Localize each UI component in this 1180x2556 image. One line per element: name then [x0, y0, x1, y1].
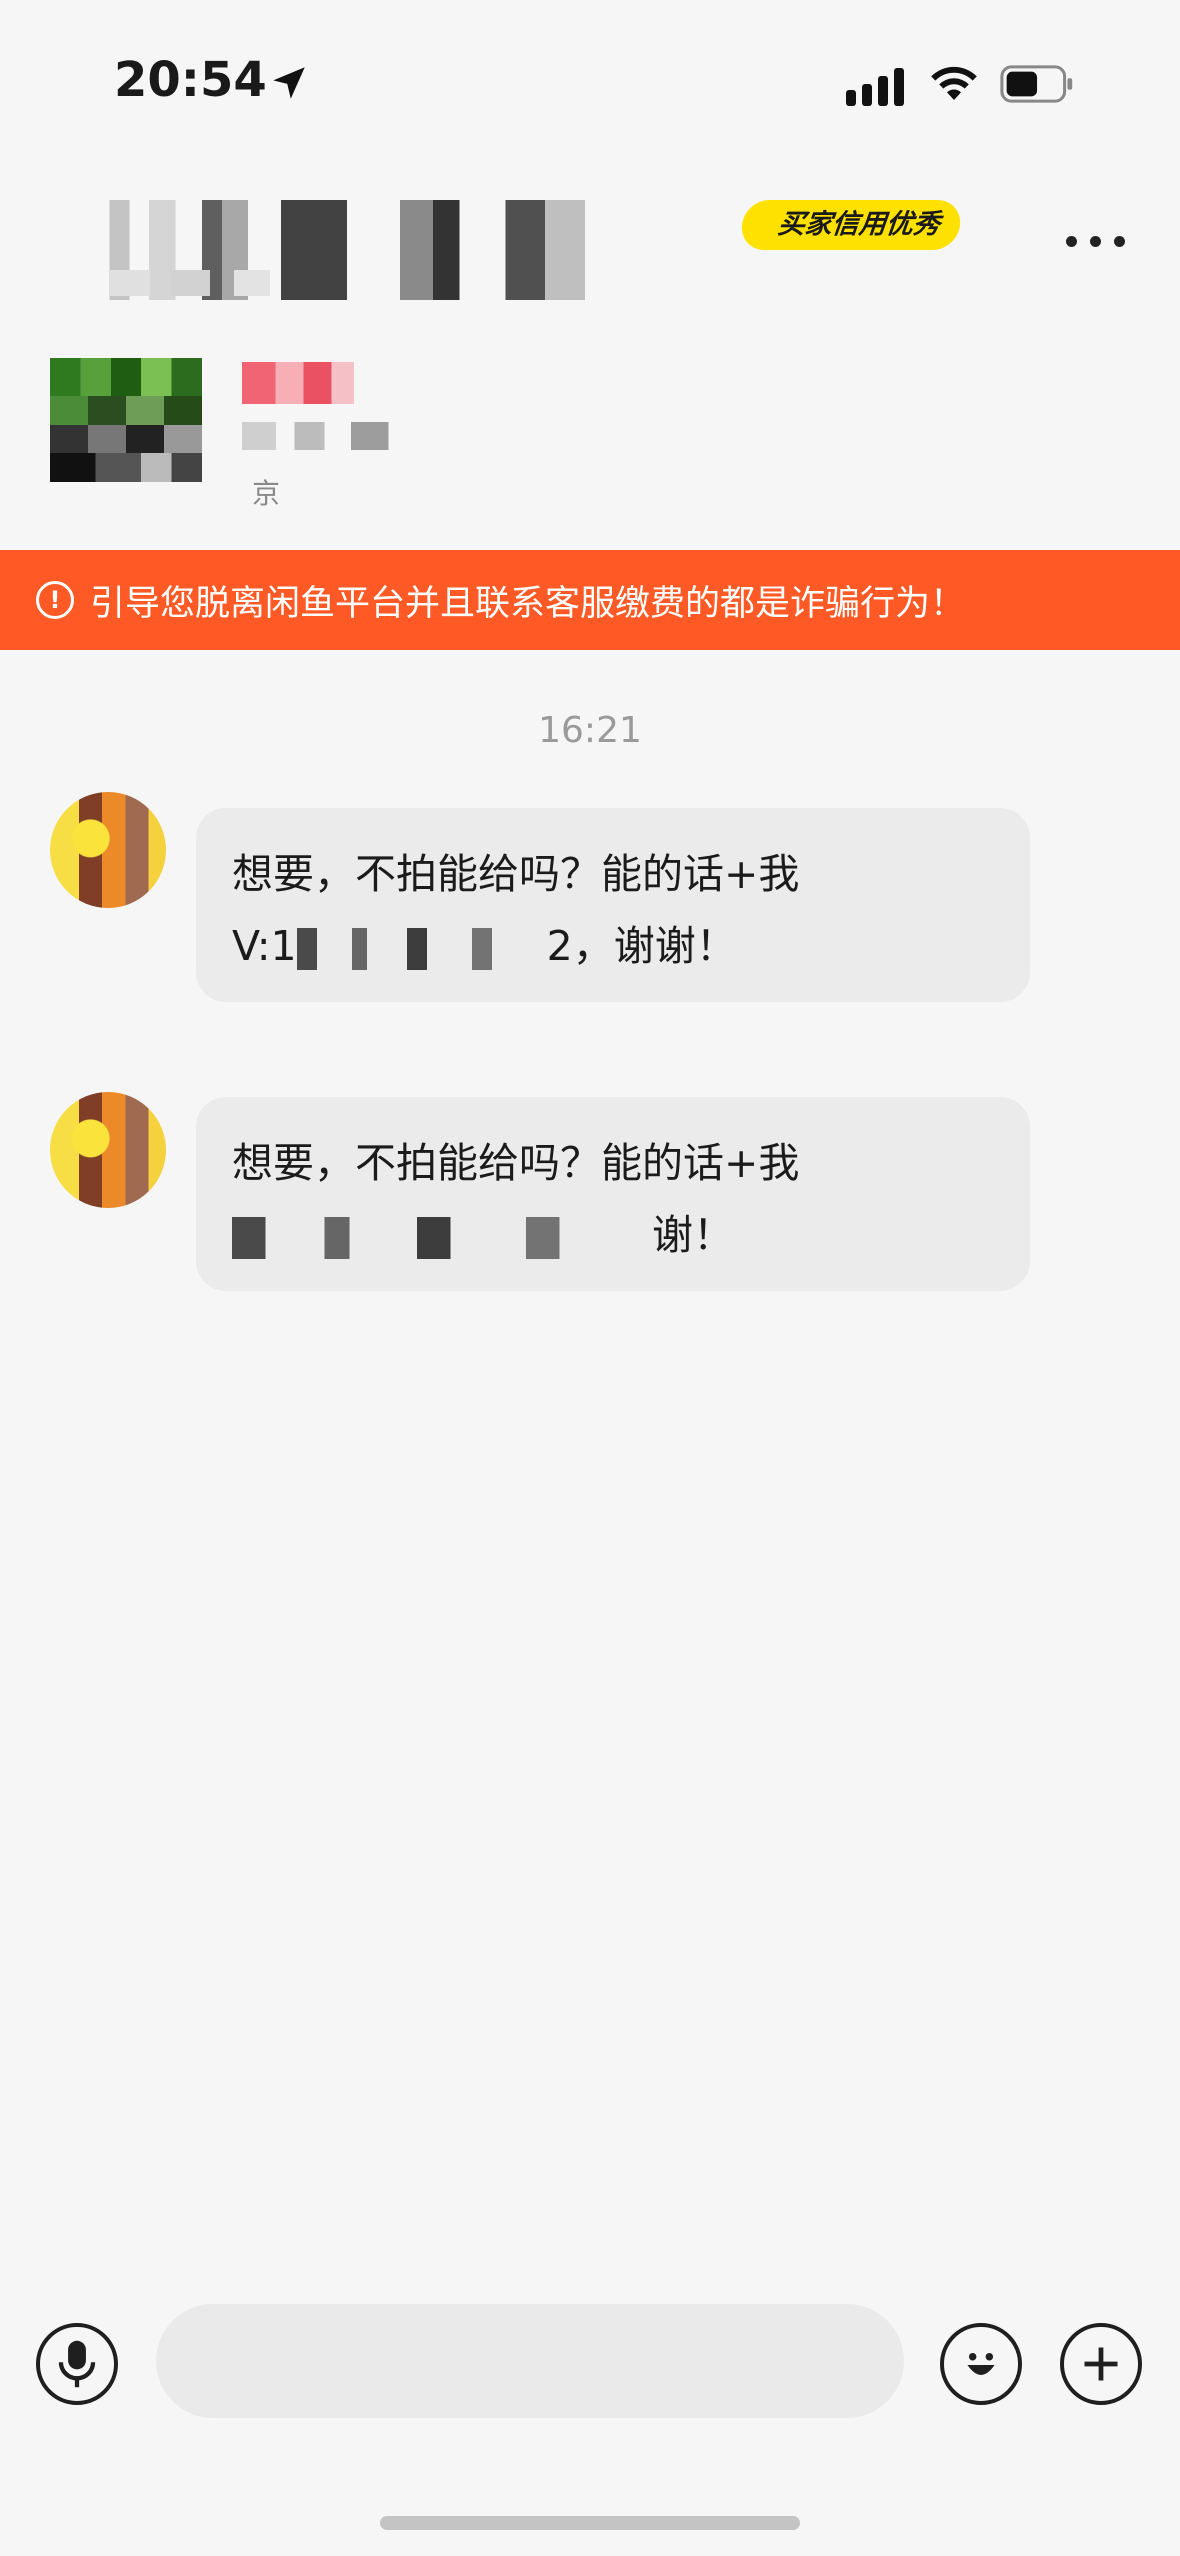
message-text: V:1 [232, 922, 297, 970]
message-line: 想要，不拍能给吗？能的话+我 [232, 850, 800, 898]
seller-subtitle-redacted [110, 270, 310, 296]
message-text: 2，谢谢！ [546, 922, 737, 970]
item-title-redacted [242, 422, 430, 450]
microphone-icon [58, 2340, 96, 2388]
plus-icon [1084, 2347, 1118, 2381]
more-options-button[interactable] [1066, 226, 1132, 256]
more-horizontal-icon [1066, 235, 1077, 247]
message-line: 谢！ [232, 1199, 994, 1271]
more-actions-button[interactable] [1060, 2323, 1142, 2405]
item-location: 京 [252, 477, 281, 510]
status-time: 20:54 [114, 52, 267, 108]
chat-timestamp: 16:21 [538, 710, 642, 751]
fraud-warning-banner: ! 引导您脱离闲鱼平台并且联系客服缴费的都是诈骗行为！ [0, 550, 1180, 650]
wifi-icon [931, 66, 977, 100]
redacted-contact [296, 928, 547, 970]
fraud-warning-text: 引导您脱离闲鱼平台并且联系客服缴费的都是诈骗行为！ [90, 583, 966, 624]
message-text: 谢！ [652, 1211, 734, 1259]
voice-input-button[interactable] [36, 2323, 118, 2405]
location-arrow-icon [273, 67, 305, 99]
item-price-redacted [242, 362, 354, 404]
message-bubble[interactable]: 想要，不拍能给吗？能的话+我 V:1 2，谢谢！ [196, 808, 1030, 1002]
smiley-icon [967, 2352, 995, 2375]
alert-circle-icon: ! [36, 581, 74, 619]
emoji-button[interactable] [940, 2323, 1022, 2405]
redacted-contact [232, 1217, 652, 1259]
cellular-signal-icon [846, 64, 904, 106]
battery-icon [1000, 65, 1073, 103]
buyer-credit-badge: 买家信用优秀 [739, 200, 963, 250]
message-input[interactable] [156, 2304, 904, 2418]
sender-avatar[interactable] [50, 1092, 166, 1208]
item-thumbnail[interactable] [50, 358, 202, 510]
message-line: V:1 2，谢谢！ [232, 910, 994, 982]
message-bubble[interactable]: 想要，不拍能给吗？能的话+我 谢！ [196, 1097, 1030, 1291]
message-line: 想要，不拍能给吗？能的话+我 [232, 1139, 800, 1187]
sender-avatar[interactable] [50, 792, 166, 908]
home-indicator[interactable] [380, 2516, 800, 2530]
